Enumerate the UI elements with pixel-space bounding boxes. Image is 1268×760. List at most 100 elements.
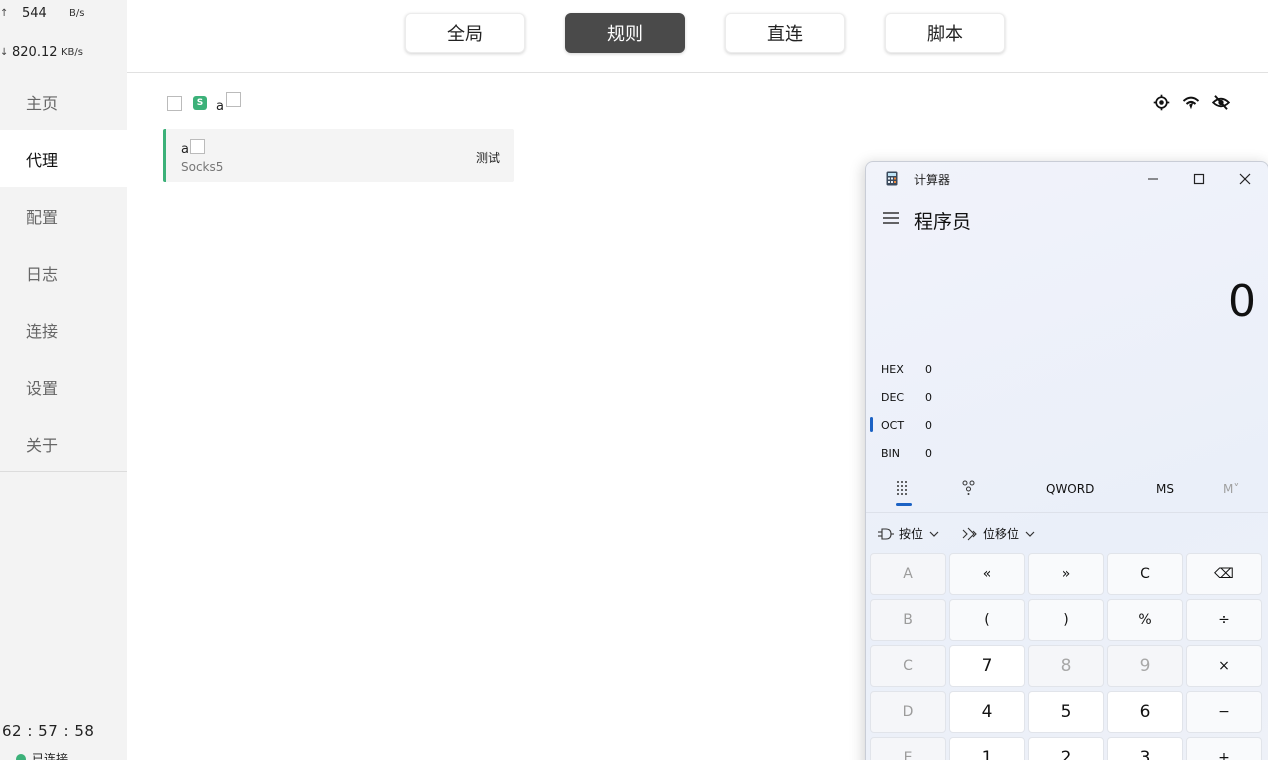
app-root: ↑ 544 B/s ↓ 820.12 KB/s 主页 主页 代理 配置 日志 连…	[0, 0, 1268, 760]
calculator-window: 计算器 程序员 0 HEX 0 DEC 0 OCT 0 BIN 0 QWORD MS M…	[865, 161, 1268, 760]
group-collapse-checkbox[interactable]	[167, 95, 182, 111]
radix-value: 0	[925, 446, 932, 460]
download-speed-unit: KB/s	[61, 46, 83, 58]
sidebar-item-label: 主页	[26, 93, 59, 113]
memory-store-button[interactable]: MS	[1156, 482, 1174, 496]
key-close-paren[interactable]: )	[1028, 599, 1104, 641]
sidebar-item-label: 关于	[26, 435, 59, 455]
calculator-titlebar[interactable]: 计算器	[866, 162, 1268, 196]
status-dot-icon	[16, 753, 26, 760]
connection-status: 已连接	[16, 750, 68, 760]
key-divide[interactable]: ÷	[1186, 599, 1262, 641]
proxy-type: Socks5	[181, 160, 224, 174]
download-arrow-icon: ↓	[0, 46, 9, 58]
key-add[interactable]: +	[1186, 737, 1262, 760]
calculator-tabs: QWORD MS M˅	[866, 472, 1268, 512]
proxy-toolbar	[1152, 93, 1230, 111]
bit-shift-icon	[962, 527, 977, 540]
sidebar-item-home-bg[interactable]: 主页	[0, 73, 127, 130]
selector-badge: S	[193, 96, 207, 110]
key-rotate-left[interactable]: «	[949, 553, 1025, 595]
bitshift-dropdown[interactable]: 位移位	[962, 525, 1040, 542]
word-size-button[interactable]: QWORD	[1046, 482, 1094, 496]
key-hex-e[interactable]: E	[870, 737, 946, 760]
sidebar-item-about[interactable]: 关于	[0, 415, 127, 472]
key-percent[interactable]: %	[1107, 599, 1183, 641]
hide-eye-icon[interactable]	[1212, 93, 1230, 111]
key-backspace[interactable]: ⌫	[1186, 553, 1262, 595]
bit-operations: 按位 位移位	[878, 525, 1058, 542]
key-4[interactable]: 4	[949, 691, 1025, 733]
sidebar-item-logs[interactable]: 日志	[0, 244, 127, 301]
radix-dec[interactable]: DEC 0	[881, 387, 932, 407]
key-clear[interactable]: C	[1107, 553, 1183, 595]
proxy-test-button[interactable]: 测试	[476, 149, 500, 166]
key-hex-d[interactable]: D	[870, 691, 946, 733]
key-9[interactable]: 9	[1107, 645, 1183, 687]
mode-direct-button[interactable]: 直连	[725, 13, 845, 53]
full-keypad-tab-icon[interactable]	[896, 480, 910, 499]
radix-oct[interactable]: OCT 0	[881, 415, 932, 435]
chevron-down-icon	[1025, 531, 1035, 537]
sidebar-item-proxy[interactable]: 代理	[0, 130, 127, 187]
key-open-paren[interactable]: (	[949, 599, 1025, 641]
radix-label: HEX	[881, 362, 904, 376]
key-subtract[interactable]: −	[1186, 691, 1262, 733]
upload-arrow-icon: ↑	[0, 7, 9, 19]
mode-script-button[interactable]: 脚本	[885, 13, 1005, 53]
close-button[interactable]	[1234, 168, 1256, 190]
sidebar: ↑ 544 B/s ↓ 820.12 KB/s 主页 主页 代理 配置 日志 连…	[0, 0, 127, 760]
memory-recall-button[interactable]: M˅	[1223, 482, 1239, 496]
key-hex-a[interactable]: A	[870, 553, 946, 595]
minimize-button[interactable]	[1142, 168, 1164, 190]
radix-value: 0	[925, 418, 932, 432]
key-rotate-right[interactable]: »	[1028, 553, 1104, 595]
radix-hex[interactable]: HEX 0	[881, 359, 932, 379]
logic-gate-icon	[878, 527, 894, 540]
radix-bin[interactable]: BIN 0	[881, 443, 932, 463]
sidebar-item-connections[interactable]: 连接	[0, 301, 127, 358]
status-label: 已连接	[32, 752, 69, 760]
radix-label: OCT	[881, 418, 905, 432]
key-7[interactable]: 7	[949, 645, 1025, 687]
mode-rule-button[interactable]: 规则	[565, 13, 685, 53]
active-tab-underline	[896, 503, 912, 506]
key-hex-c[interactable]: C	[870, 645, 946, 687]
hamburger-menu-icon[interactable]	[882, 209, 900, 227]
key-8[interactable]: 8	[1028, 645, 1104, 687]
key-3[interactable]: 3	[1107, 737, 1183, 760]
proxy-card[interactable]: a Socks5 测试	[163, 129, 514, 182]
locate-icon[interactable]	[1152, 93, 1170, 111]
key-1[interactable]: 1	[949, 737, 1025, 760]
radix-value: 0	[925, 390, 932, 404]
key-5[interactable]: 5	[1028, 691, 1104, 733]
download-speed-value: 820.12	[12, 44, 58, 60]
uptime-timer: 62 : 57 : 58	[2, 722, 95, 740]
radix-value: 0	[925, 362, 932, 376]
proxy-group-name: a	[216, 91, 241, 114]
bitwise-dropdown[interactable]: 按位	[878, 525, 944, 542]
sidebar-divider	[0, 471, 127, 472]
mode-global-button[interactable]: 全局	[405, 13, 525, 53]
key-hex-b[interactable]: B	[870, 599, 946, 641]
calculator-mode-title: 程序员	[914, 211, 972, 233]
proxy-group-header[interactable]: S a	[167, 91, 241, 114]
radix-label: BIN	[881, 446, 901, 460]
radix-label: DEC	[881, 390, 905, 404]
wifi-test-icon[interactable]	[1182, 93, 1200, 111]
sidebar-item-settings[interactable]: 设置	[0, 358, 127, 415]
missing-glyph-box	[225, 91, 241, 107]
bit-toggle-keypad-tab-icon[interactable]	[962, 480, 976, 499]
sidebar-item-label: 设置	[26, 378, 59, 398]
calculator-display: 0	[1228, 276, 1256, 327]
key-6[interactable]: 6	[1107, 691, 1183, 733]
sidebar-item-label: 日志	[26, 264, 59, 284]
sidebar-item-config[interactable]: 配置	[0, 187, 127, 244]
missing-glyph-box	[189, 139, 205, 154]
bitshift-label: 位移位	[983, 527, 1020, 541]
key-multiply[interactable]: ×	[1186, 645, 1262, 687]
maximize-button[interactable]	[1188, 168, 1210, 190]
sidebar-item-label: 配置	[26, 207, 59, 227]
key-2[interactable]: 2	[1028, 737, 1104, 760]
calculator-separator	[866, 512, 1268, 513]
